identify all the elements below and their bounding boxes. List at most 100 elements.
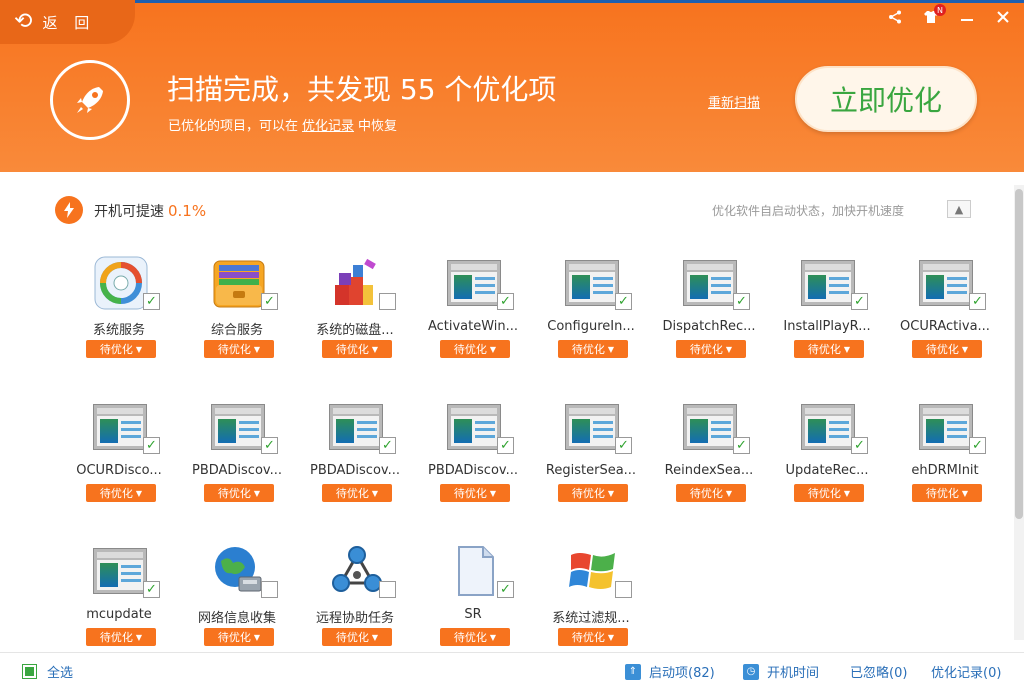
item-checkbox[interactable] [379,581,396,598]
startup-item[interactable]: ✓ PBDADiscov... 待优化 ▼ [178,394,296,504]
item-checkbox[interactable]: ✓ [143,437,160,454]
startup-item[interactable]: ✓ SR 待优化 ▼ [414,538,532,648]
item-checkbox[interactable] [261,581,278,598]
back-button[interactable]: ⟲ 返 回 [0,0,135,44]
item-checkbox[interactable]: ✓ [969,293,986,310]
item-status-dropdown[interactable]: 待优化 ▼ [204,628,274,646]
item-checkbox[interactable]: ✓ [143,293,160,310]
startup-item[interactable]: ✓ ehDRMInit 待优化 ▼ [886,394,1004,504]
item-status-label: 待优化 [99,631,133,644]
shirt-skin-icon[interactable]: N [920,4,946,28]
item-checkbox[interactable]: ✓ [143,581,160,598]
item-checkbox[interactable] [615,581,632,598]
startup-item[interactable]: ✓ RegisterSea... 待优化 ▼ [532,394,650,504]
item-status-label: 待优化 [453,631,487,644]
item-name: ConfigureIn... [547,319,635,334]
item-checkbox[interactable]: ✓ [733,293,750,310]
startup-item[interactable]: 网络信息收集 待优化 ▼ [178,538,296,648]
item-status-dropdown[interactable]: 待优化 ▼ [322,628,392,646]
item-checkbox[interactable]: ✓ [615,293,632,310]
vertical-scrollbar[interactable] [1014,185,1024,640]
startup-items-link[interactable]: ⇑ 启动项(82) [625,662,715,681]
startup-item[interactable]: 远程协助任务 待优化 ▼ [296,538,414,648]
chevron-down-icon: ▼ [607,488,615,498]
item-checkbox[interactable]: ✓ [497,581,514,598]
item-status-dropdown[interactable]: 待优化 ▼ [558,484,628,502]
item-status-dropdown[interactable]: 待优化 ▼ [204,340,274,358]
startup-item[interactable]: ✓ PBDADiscov... 待优化 ▼ [414,394,532,504]
startup-item[interactable]: ✓ DispatchRec... 待优化 ▼ [650,250,768,360]
item-checkbox[interactable]: ✓ [969,437,986,454]
rescan-link[interactable]: 重新扫描 [708,92,760,111]
optimize-history-link[interactable]: 优化记录 [302,119,354,134]
item-name: PBDADiscov... [427,463,518,478]
startup-item[interactable]: ✓ 系统服务 待优化 ▼ [60,250,178,360]
item-status-dropdown[interactable]: 待优化 ▼ [322,484,392,502]
item-status-dropdown[interactable]: 待优化 ▼ [204,484,274,502]
window-icon [447,255,503,311]
share-icon[interactable] [884,6,906,28]
history-link[interactable]: 优化记录(0) [931,662,1001,681]
item-name: 系统的磁盘... [316,323,394,338]
startup-item[interactable]: ✓ ActivateWin... 待优化 ▼ [414,250,532,360]
item-checkbox[interactable] [379,293,396,310]
item-checkbox[interactable]: ✓ [497,293,514,310]
select-all-checkbox[interactable]: 全选 [22,662,73,681]
item-status-dropdown[interactable]: 待优化 ▼ [912,340,982,358]
item-checkbox[interactable]: ✓ [497,437,514,454]
startup-item[interactable]: ✓ OCURDisco... 待优化 ▼ [60,394,178,504]
startup-item[interactable]: 系统过滤规... 待优化 ▼ [532,538,650,648]
item-checkbox[interactable]: ✓ [733,437,750,454]
chevron-down-icon: ▼ [135,344,143,354]
item-status-dropdown[interactable]: 待优化 ▼ [912,484,982,502]
item-checkbox[interactable]: ✓ [261,437,278,454]
back-label: 返 回 [42,13,96,32]
chevron-down-icon: ▼ [607,632,615,642]
item-status-dropdown[interactable]: 待优化 ▼ [86,628,156,646]
item-checkbox[interactable]: ✓ [851,437,868,454]
item-status-dropdown[interactable]: 待优化 ▼ [86,340,156,358]
subtitle-suffix: 中恢复 [358,119,398,134]
startup-item[interactable]: ✓ 综合服务 待优化 ▼ [178,250,296,360]
item-name: 系统过滤规... [552,611,630,626]
startup-item[interactable]: ✓ PBDADiscov... 待优化 ▼ [296,394,414,504]
item-status-dropdown[interactable]: 待优化 ▼ [440,340,510,358]
close-icon[interactable] [992,6,1014,28]
collapse-button[interactable]: ▲ [947,200,971,218]
item-checkbox[interactable]: ✓ [379,437,396,454]
item-status-dropdown[interactable]: 待优化 ▼ [794,484,864,502]
scrollbar-thumb[interactable] [1015,189,1023,519]
startup-item[interactable]: 系统的磁盘... 待优化 ▼ [296,250,414,360]
windows-logo-icon [565,543,621,599]
startup-item[interactable]: ✓ mcupdate 待优化 ▼ [60,538,178,648]
startup-item[interactable]: ✓ UpdateRec... 待优化 ▼ [768,394,886,504]
item-status-dropdown[interactable]: 待优化 ▼ [86,484,156,502]
ignored-link[interactable]: 已忽略(0) [850,662,907,681]
item-status-dropdown[interactable]: 待优化 ▼ [322,340,392,358]
item-checkbox[interactable]: ✓ [851,293,868,310]
item-name: SR [464,607,482,622]
item-status-dropdown[interactable]: 待优化 ▼ [440,628,510,646]
item-checkbox[interactable]: ✓ [261,293,278,310]
chevron-down-icon: ▼ [725,488,733,498]
item-status-dropdown[interactable]: 待优化 ▼ [794,340,864,358]
item-status-dropdown[interactable]: 待优化 ▼ [676,340,746,358]
optimize-now-button[interactable]: 立即优化 [795,66,977,132]
item-status-dropdown[interactable]: 待优化 ▼ [558,340,628,358]
startup-item[interactable]: ✓ OCURActiva... 待优化 ▼ [886,250,1004,360]
item-status-label: 待优化 [925,487,959,500]
startup-item[interactable]: ✓ ConfigureIn... 待优化 ▼ [532,250,650,360]
item-status-dropdown[interactable]: 待优化 ▼ [440,484,510,502]
item-checkbox[interactable]: ✓ [615,437,632,454]
item-status-dropdown[interactable]: 待优化 ▼ [676,484,746,502]
item-status-label: 待优化 [689,487,723,500]
double-chevron-up-icon: ⇑ [625,663,641,680]
startup-item[interactable]: ✓ InstallPlayR... 待优化 ▼ [768,250,886,360]
document-icon [447,543,503,599]
disk-cleanup-icon [329,255,385,311]
minimize-icon[interactable] [956,6,978,28]
item-status-dropdown[interactable]: 待优化 ▼ [558,628,628,646]
item-status-label: 待优化 [689,343,723,356]
startup-item[interactable]: ✓ ReindexSea... 待优化 ▼ [650,394,768,504]
boot-time-link[interactable]: ◷ 开机时间 [743,662,819,681]
